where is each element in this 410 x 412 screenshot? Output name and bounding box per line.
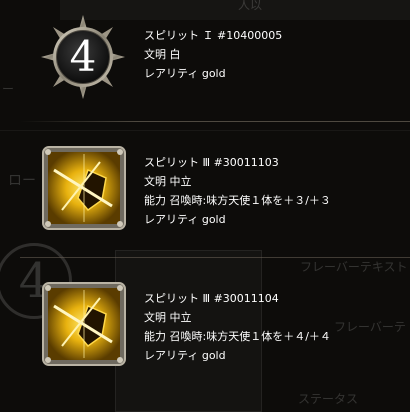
golden-shield-sword-icon: [40, 280, 128, 368]
spirit-details: スピリット Ｉ #10400005 文明 白 レアリティ gold: [144, 26, 282, 83]
spirit-rarity: レアリティ gold: [144, 349, 226, 362]
spirit-name: スピリット Ⅲ #30011103: [144, 156, 279, 169]
spirit-entry[interactable]: スピリット Ⅲ #30011104 文明 中立 能力 召喚時:味方天使１体を＋４…: [0, 258, 410, 410]
spirit-rarity: レアリティ gold: [144, 67, 226, 80]
spirit-rarity: レアリティ gold: [144, 213, 226, 226]
spirit-details: スピリット Ⅲ #30011104 文明 中立 能力 召喚時:味方天使１体を＋４…: [144, 289, 331, 365]
spirit-entry[interactable]: スピリット Ⅲ #30011103 文明 中立 能力 召喚時:味方天使１体を＋３…: [0, 122, 410, 257]
spirit-details: スピリット Ⅲ #30011103 文明 中立 能力 召喚時:味方天使１体を＋３…: [144, 153, 331, 229]
spirit-ability: 能力 召喚時:味方天使１体を＋４/＋４: [144, 330, 331, 343]
spirit-civilization: 文明 中立: [144, 175, 192, 188]
spirit-entry[interactable]: 4 スピリット Ｉ #10400005 文明 白 レアリティ gold: [0, 0, 410, 122]
golden-shield-sword-icon: [40, 144, 128, 232]
number-4-medallion-icon: 4: [39, 13, 127, 101]
medallion-number: 4: [69, 32, 97, 81]
spirit-civilization: 文明 中立: [144, 311, 192, 324]
spirit-name: スピリット Ⅲ #30011104: [144, 292, 279, 305]
spirit-ability: 能力 召喚時:味方天使１体を＋３/＋３: [144, 194, 331, 207]
spirit-name: スピリット Ｉ #10400005: [144, 29, 283, 42]
spirit-civilization: 文明 白: [144, 48, 181, 61]
